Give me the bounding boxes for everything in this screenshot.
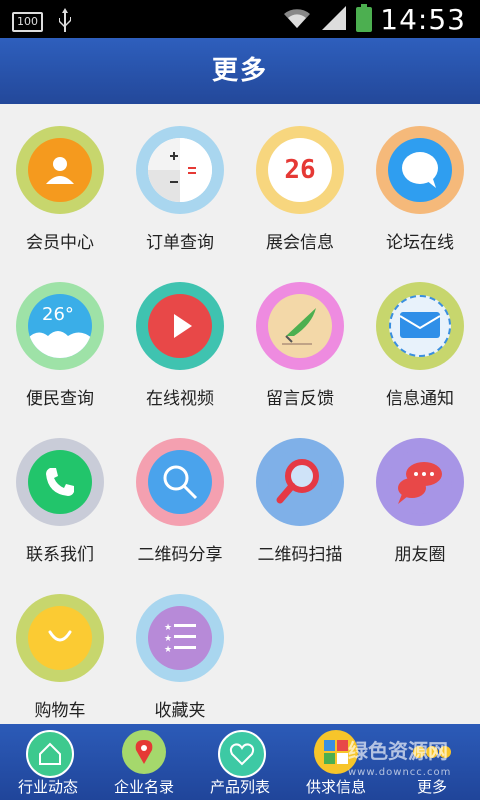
grid-item-label: 朋友圈: [394, 545, 446, 565]
grid-item-label: 二维码分享: [137, 545, 223, 565]
grid-item-label: 留言反馈: [266, 389, 334, 409]
grid-item-label: 购物车: [34, 701, 86, 721]
nav-item-product-list[interactable]: 产品列表: [192, 724, 288, 800]
grid-item-label: 信息通知: [386, 389, 454, 409]
home-icon: [26, 730, 74, 778]
grid-item-label: 订单查询: [146, 233, 214, 253]
grid-item-label: 展会信息: [266, 233, 334, 253]
grid-item-qr-scan[interactable]: 二维码扫描: [240, 416, 360, 566]
usb-icon: [57, 8, 73, 36]
grid-item-favorites[interactable]: ★ ★ ★ 收藏夹: [120, 572, 240, 722]
grid-item-label: 二维码扫描: [257, 545, 343, 565]
play-icon: [136, 282, 224, 370]
grid-item-label: 联系我们: [26, 545, 94, 565]
watermark: 绿色资源网 www.downcc.com: [348, 740, 466, 784]
grid-item-feedback[interactable]: 留言反馈: [240, 260, 360, 410]
watermark-url: www.downcc.com: [348, 767, 452, 778]
nav-label: 企业名录: [113, 778, 174, 796]
grid-item-shopping-cart[interactable]: 购物车: [0, 572, 120, 722]
nav-label: 产品列表: [209, 778, 270, 796]
nav-item-company-directory[interactable]: 企业名录: [96, 724, 192, 800]
weather-icon: 26°: [16, 282, 104, 370]
phone-icon: [16, 438, 104, 526]
nav-item-industry-news[interactable]: 行业动态: [0, 724, 96, 800]
svg-text:★: ★: [164, 623, 172, 633]
grid-item-convenience-query[interactable]: 26° 便民查询: [0, 260, 120, 410]
search-icon: [256, 438, 344, 526]
svg-text:★: ★: [164, 634, 172, 644]
chat-bubble-icon: [376, 126, 464, 214]
map-pin-icon: [122, 730, 166, 774]
heart-icon: [218, 730, 266, 778]
title-bar: 更多: [0, 38, 480, 104]
clock: 14:53: [380, 3, 466, 36]
grid-item-online-video[interactable]: 在线视频: [120, 260, 240, 410]
shopping-bag-icon: [16, 594, 104, 682]
grid-item-label: 收藏夹: [154, 701, 206, 721]
grid-item-notification[interactable]: 信息通知: [360, 260, 480, 410]
member-center-icon: [16, 126, 104, 214]
grid-item-label: 在线视频: [146, 389, 214, 409]
grid-item-order-query[interactable]: 订单查询: [120, 104, 240, 254]
grid-item-moments[interactable]: 朋友圈: [360, 416, 480, 566]
speech-bubble-icon: [376, 438, 464, 526]
grid-item-label: 论坛在线: [386, 233, 454, 253]
feature-grid: 会员中心 订单查询 26 展会信息 论坛在线 26° 便民查询 在线视频 留言反…: [0, 104, 480, 724]
signal-icon: [320, 5, 348, 34]
grid-item-label: 会员中心: [26, 233, 94, 253]
watermark-text: 绿色资源网: [348, 739, 448, 763]
grid-item-forum-online[interactable]: 论坛在线: [360, 104, 480, 254]
page-title: 更多: [211, 56, 268, 86]
battery-icon: [356, 3, 373, 36]
grid-item-contact-us[interactable]: 联系我们: [0, 416, 120, 566]
status-bar: 100 14:53: [0, 0, 480, 38]
grid-item-member-center[interactable]: 会员中心: [0, 104, 120, 254]
quill-pen-icon: [256, 282, 344, 370]
calendar-icon: 26: [256, 126, 344, 214]
star-list-icon: ★ ★ ★: [136, 594, 224, 682]
calculator-icon: [136, 126, 224, 214]
grid-item-exhibition-info[interactable]: 26 展会信息: [240, 104, 360, 254]
envelope-icon: [376, 282, 464, 370]
svg-text:★: ★: [164, 645, 172, 655]
calendar-date: 26: [284, 155, 316, 185]
grid-item-qr-share[interactable]: 二维码分享: [120, 416, 240, 566]
nav-label: 行业动态: [17, 778, 78, 796]
battery-percent-indicator: 100: [12, 12, 43, 32]
wifi-icon: [282, 6, 312, 34]
magnifier-icon: [136, 438, 224, 526]
grid-item-label: 便民查询: [26, 389, 94, 409]
